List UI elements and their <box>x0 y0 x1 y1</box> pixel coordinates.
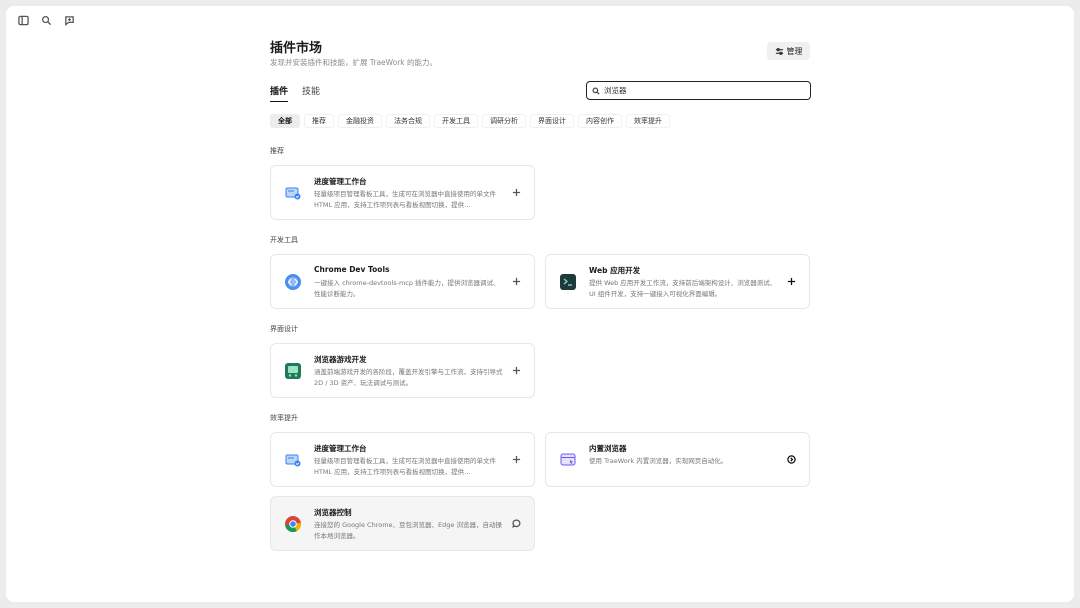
plugin-card-browser-game[interactable]: 浏览器游戏开发 涵盖前端游戏开发的各阶段，覆盖开发引擎与工作流，支持引导式 2D… <box>270 343 535 398</box>
plugin-card-chrome-devtools[interactable]: Chrome Dev Tools 一键接入 chrome-devtools-mc… <box>270 254 535 309</box>
plugin-title: 进度管理工作台 <box>314 177 367 186</box>
plugin-title: 进度管理工作台 <box>314 444 367 453</box>
search-value: 浏览器 <box>604 86 627 95</box>
plugin-card-web-dev[interactable]: Web 应用开发 提供 Web 应用开发工作流，支持前后端架构设计、浏览器测试、… <box>545 254 810 309</box>
chip-efficiency[interactable]: 效率提升 <box>626 114 670 128</box>
plugin-card-progress[interactable]: 进度管理工作台 轻量级项目管理看板工具，生成可在浏览器中直接使用的单文件 HTM… <box>270 165 535 220</box>
plus-icon <box>512 366 521 375</box>
section-label-design: 界面设计 <box>270 325 298 333</box>
add-plugin-button[interactable] <box>511 276 522 287</box>
progress-board-icon <box>284 184 302 202</box>
plus-icon <box>787 277 796 286</box>
chip-legal[interactable]: 法务合规 <box>386 114 430 128</box>
plugin-description: 轻量级项目管理看板工具，生成可在浏览器中直接使用的单文件 HTML 应用，支持工… <box>314 190 496 209</box>
manage-label: 管理 <box>786 46 803 56</box>
tab-skills[interactable]: 技能 <box>302 84 320 102</box>
search-icon <box>592 87 600 95</box>
plugin-title: Web 应用开发 <box>589 266 641 275</box>
chip-finance[interactable]: 金融投资 <box>338 114 382 128</box>
app-window: 插件市场 发现并安装插件和技能，扩展 TraeWork 的能力。 管理 插件 技… <box>6 6 1074 602</box>
manage-button[interactable]: 管理 <box>767 42 810 60</box>
chrome-devtools-icon <box>284 273 302 291</box>
plus-icon <box>512 277 521 286</box>
tab-plugins[interactable]: 插件 <box>270 84 289 102</box>
progress-board-icon <box>284 451 302 469</box>
add-plugin-button[interactable] <box>511 187 522 198</box>
window-toolbar <box>18 15 75 26</box>
page-subtitle: 发现并安装插件和技能，扩展 TraeWork 的能力。 <box>270 58 438 67</box>
plugin-description: 提供 Web 应用开发工作流，支持前后端架构设计、浏览器测试、UI 组件开发，支… <box>589 279 777 298</box>
plus-icon <box>512 188 521 197</box>
chat-enter-icon <box>787 455 796 464</box>
section-label-efficiency: 效率提升 <box>270 414 298 422</box>
plugin-card-progress[interactable]: 进度管理工作台 轻量级项目管理看板工具，生成可在浏览器中直接使用的单文件 HTM… <box>270 432 535 487</box>
search-icon[interactable] <box>41 15 52 26</box>
tab-bar: 插件 技能 <box>270 84 320 102</box>
chip-design[interactable]: 界面设计 <box>530 114 574 128</box>
plugin-card-browser-control[interactable]: 浏览器控制 连接您的 Google Chrome、豆包浏览器、Edge 浏览器，… <box>270 496 535 551</box>
plugin-title: Chrome Dev Tools <box>314 265 390 274</box>
plugin-description: 一键接入 chrome-devtools-mcp 插件能力，提供浏览器调试、性能… <box>314 279 500 298</box>
add-plugin-button[interactable] <box>511 365 522 376</box>
plugin-title: 内置浏览器 <box>589 444 627 453</box>
chip-recommended[interactable]: 推荐 <box>304 114 334 128</box>
sidebar-toggle-icon[interactable] <box>18 15 29 26</box>
plugin-card-builtin-browser[interactable]: 内置浏览器 使用 TraeWork 内置浏览器，实现网页自动化。 <box>545 432 810 487</box>
section-label-recommended: 推荐 <box>270 147 284 155</box>
browser-window-icon <box>559 451 577 469</box>
chip-content[interactable]: 内容创作 <box>578 114 622 128</box>
filter-icon <box>775 47 783 55</box>
open-plugin-button[interactable] <box>511 518 522 529</box>
chat-icon <box>512 519 521 528</box>
chrome-icon <box>284 515 302 533</box>
plugin-description: 连接您的 Google Chrome、豆包浏览器、Edge 浏览器，自动操作本地… <box>314 521 502 540</box>
category-filter: 全部 推荐 金融投资 法务合规 开发工具 调研分析 界面设计 内容创作 效率提升 <box>270 114 670 128</box>
plugin-title: 浏览器游戏开发 <box>314 355 367 364</box>
section-label-devtools: 开发工具 <box>270 236 298 244</box>
add-plugin-button[interactable] <box>786 276 797 287</box>
new-chat-icon[interactable] <box>64 15 75 26</box>
add-plugin-button[interactable] <box>511 454 522 465</box>
chip-devtools[interactable]: 开发工具 <box>434 114 478 128</box>
plugin-title: 浏览器控制 <box>314 508 352 517</box>
search-input[interactable]: 浏览器 <box>586 81 811 100</box>
plus-icon <box>512 455 521 464</box>
open-plugin-button[interactable] <box>786 454 797 465</box>
game-icon <box>284 362 302 380</box>
chip-research[interactable]: 调研分析 <box>482 114 526 128</box>
terminal-icon <box>559 273 577 291</box>
plugin-description: 轻量级项目管理看板工具，生成可在浏览器中直接使用的单文件 HTML 应用，支持工… <box>314 457 496 476</box>
chip-all[interactable]: 全部 <box>270 114 300 128</box>
page-title: 插件市场 <box>270 41 323 56</box>
plugin-description: 涵盖前端游戏开发的各阶段，覆盖开发引擎与工作流，支持引导式 2D / 3D 资产… <box>314 368 503 387</box>
plugin-description: 使用 TraeWork 内置浏览器，实现网页自动化。 <box>589 457 728 465</box>
